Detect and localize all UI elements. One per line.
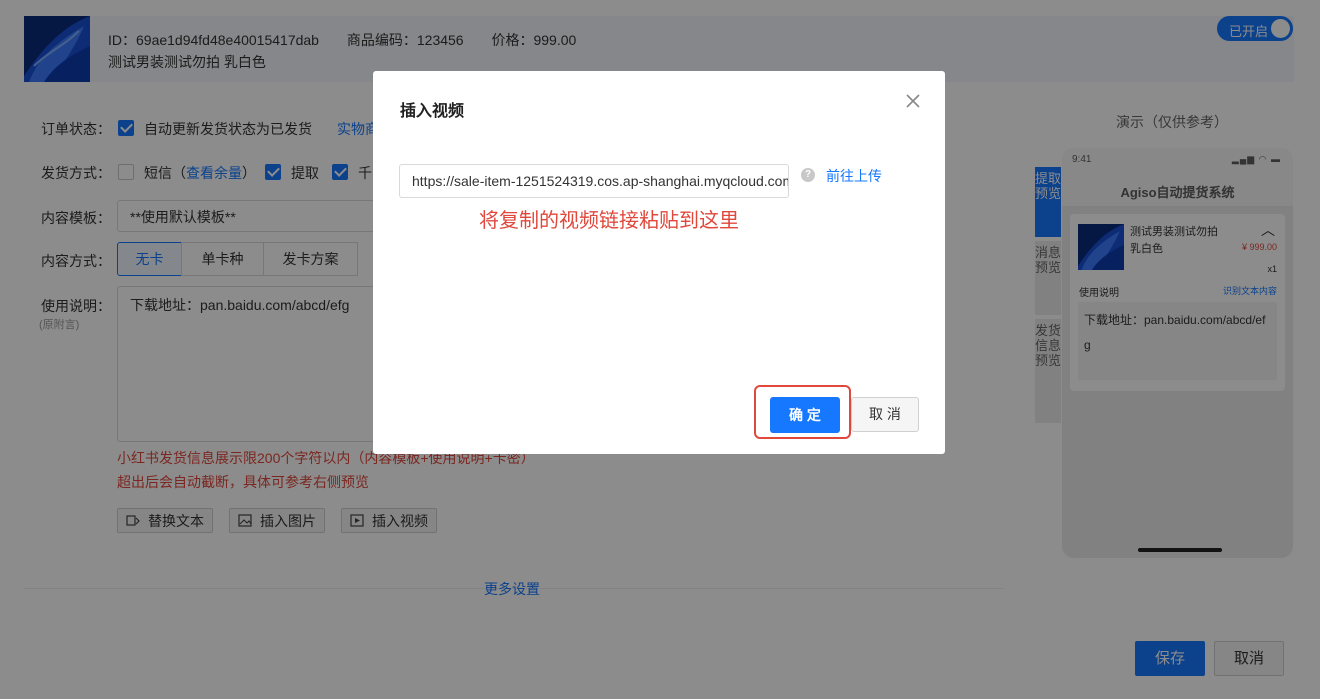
modal-cancel-button[interactable]: 取 消 bbox=[851, 397, 919, 432]
modal-title: 插入视频 bbox=[400, 103, 465, 120]
confirm-button[interactable]: 确 定 bbox=[770, 397, 840, 433]
phone-status-overlay: ▂▄▆ ◠ ▬ bbox=[1231, 154, 1281, 164]
paste-annotation: 将复制的视频链接粘贴到这里 bbox=[479, 210, 739, 232]
close-icon[interactable] bbox=[903, 91, 923, 111]
phone-app-title: Agiso自动提货系统 bbox=[1120, 185, 1235, 200]
insert-video-modal: 插入视频 https://sale-item-1251524319.cos.ap… bbox=[373, 71, 945, 454]
video-url-input[interactable]: https://sale-item-1251524319.cos.ap-shan… bbox=[399, 164, 789, 198]
phone-time-overlay: 9:41 bbox=[1072, 154, 1092, 165]
go-upload-link[interactable]: 前往上传 bbox=[826, 166, 882, 186]
help-icon[interactable]: ? bbox=[801, 168, 815, 182]
